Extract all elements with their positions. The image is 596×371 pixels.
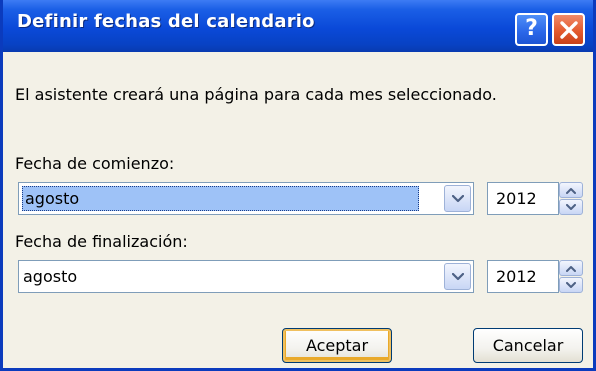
- chevron-up-icon: [566, 187, 576, 194]
- ok-button[interactable]: Aceptar: [282, 328, 392, 363]
- question-icon: ?: [525, 16, 538, 41]
- start-date-label: Fecha de comienzo:: [15, 154, 175, 173]
- start-year-value: 2012: [496, 189, 537, 208]
- chevron-down-icon: [566, 203, 576, 210]
- help-button[interactable]: ?: [515, 13, 548, 46]
- end-year-field[interactable]: 2012: [487, 260, 559, 293]
- title-bar[interactable]: Definir fechas del calendario ?: [3, 0, 593, 52]
- end-month-value: agosto: [23, 267, 78, 286]
- end-year-decrement-button[interactable]: [559, 277, 583, 293]
- end-date-label: Fecha de finalización:: [15, 232, 188, 251]
- intro-text: El asistente creará una página para cada…: [15, 85, 497, 104]
- start-year-decrement-button[interactable]: [559, 199, 583, 215]
- start-year-field[interactable]: 2012: [487, 182, 559, 215]
- chevron-down-icon: [451, 272, 464, 280]
- chevron-up-icon: [566, 265, 576, 272]
- start-month-select[interactable]: agosto: [18, 182, 474, 215]
- start-year-spinner: [559, 182, 585, 215]
- close-icon: [559, 20, 578, 39]
- cancel-button[interactable]: Cancelar: [473, 328, 583, 363]
- end-year-spinner: [559, 260, 585, 293]
- start-year-increment-button[interactable]: [559, 182, 583, 198]
- close-button[interactable]: [552, 13, 585, 46]
- chevron-down-icon: [566, 281, 576, 288]
- end-month-select[interactable]: agosto: [18, 260, 474, 293]
- dialog-window: Definir fechas del calendario ? El asist…: [0, 0, 596, 371]
- end-year-value: 2012: [496, 267, 537, 286]
- end-year-increment-button[interactable]: [559, 260, 583, 276]
- chevron-down-icon: [451, 194, 464, 202]
- dialog-title: Definir fechas del calendario: [17, 11, 315, 32]
- dialog-content: El asistente creará una página para cada…: [3, 52, 593, 368]
- start-month-dropdown-button[interactable]: [444, 185, 471, 212]
- start-month-value: agosto: [22, 186, 419, 211]
- end-month-dropdown-button[interactable]: [444, 263, 471, 290]
